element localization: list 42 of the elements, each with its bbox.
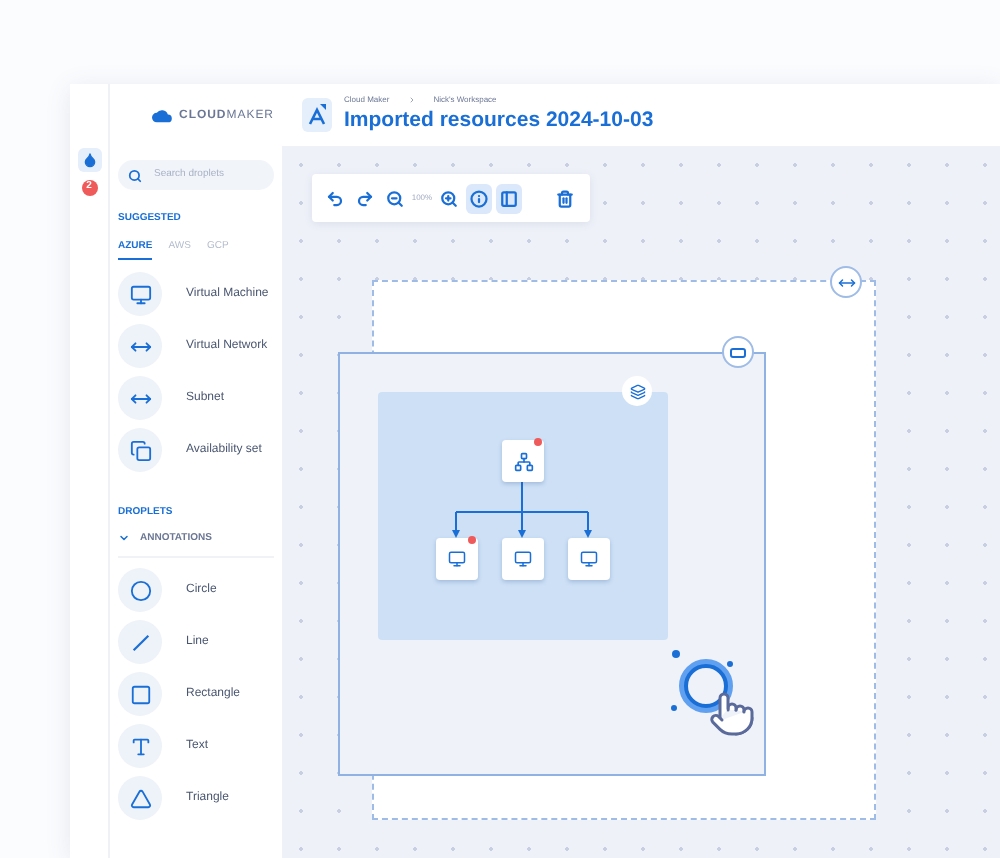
frame-button[interactable] [496, 183, 522, 213]
item-icon-background[interactable] [118, 568, 162, 612]
trash-icon [555, 189, 574, 207]
item-icon-background[interactable] [118, 376, 162, 420]
resource-node[interactable] [568, 538, 610, 580]
hand-pointer-icon [708, 690, 756, 738]
item-icon-background[interactable] [118, 620, 162, 664]
triangle-icon [129, 787, 151, 809]
resize-handle[interactable] [830, 266, 862, 298]
resource-node[interactable] [502, 440, 544, 482]
layers-icon [629, 383, 645, 399]
panel-icon [499, 189, 518, 207]
droplet-icon [81, 152, 97, 168]
droplet-tab[interactable] [77, 148, 101, 172]
line-icon [129, 631, 151, 653]
info-icon [470, 189, 489, 207]
text-icon [129, 735, 151, 757]
monitor-icon [129, 283, 151, 305]
cloud-logo-icon [152, 108, 172, 124]
tag-icon [730, 347, 746, 357]
resource-node[interactable] [436, 538, 478, 580]
tree-connector [452, 482, 592, 538]
item-icon-background[interactable] [118, 672, 162, 716]
search-icon [128, 167, 142, 183]
item-icon-background[interactable] [118, 272, 162, 316]
page-title: Imported resources 2024-10-03 [344, 105, 654, 136]
network-icon [513, 451, 533, 471]
item-icon-background[interactable] [118, 428, 162, 472]
item-icon-background[interactable] [118, 724, 162, 768]
stacked-windows-icon [129, 439, 151, 461]
monitor-icon [448, 550, 466, 568]
double-arrow-icon [837, 273, 855, 291]
resource-node[interactable] [502, 538, 544, 580]
item-icon-background[interactable] [118, 776, 162, 820]
square-icon [129, 683, 151, 705]
workspace-icon [302, 98, 332, 132]
info-button[interactable] [466, 183, 492, 213]
monitor-icon [514, 550, 532, 568]
item-icon-background[interactable] [118, 324, 162, 368]
circle-icon [129, 579, 151, 601]
monitor-icon [580, 550, 598, 568]
chevron-icon [118, 532, 130, 545]
